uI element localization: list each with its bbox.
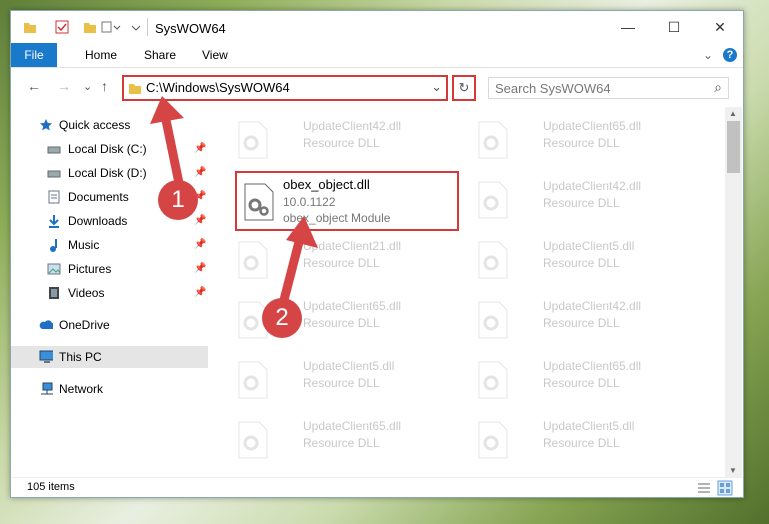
- arrow-1-head: [150, 96, 184, 124]
- step-1-badge: 1: [158, 180, 198, 220]
- arrow-1-shaft: [161, 115, 185, 193]
- arrow-2-head: [286, 216, 318, 248]
- arrow-2-shaft: [279, 233, 305, 305]
- step-2-badge: 2: [262, 298, 302, 338]
- annotation-arrows: [150, 96, 318, 305]
